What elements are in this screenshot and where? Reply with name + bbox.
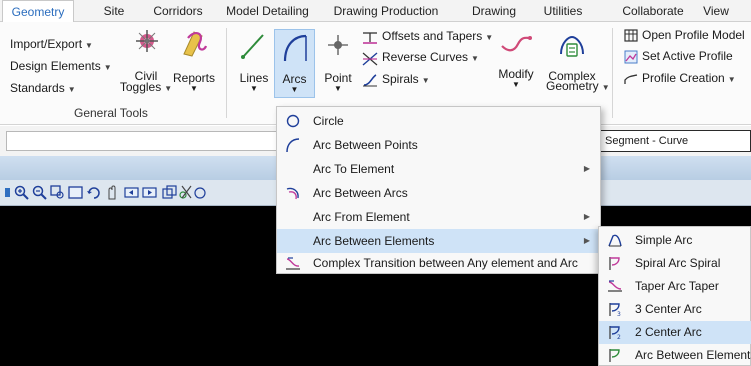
two-center-arc-icon: 2 bbox=[609, 326, 621, 340]
menu-item-arc-between-points[interactable]: Arc Between Points bbox=[277, 133, 600, 157]
menu-item-circle[interactable]: Circle bbox=[277, 109, 600, 133]
offsets-tapers-label: Offsets and Tapers bbox=[382, 29, 483, 43]
tab-site[interactable]: Site bbox=[94, 0, 134, 22]
tab-geometry[interactable]: Geometry bbox=[2, 0, 74, 23]
tab-utilities[interactable]: Utilities bbox=[532, 0, 594, 22]
menu-item-label: Arc Between Elements bbox=[313, 234, 435, 248]
menu-item-label: Arc To Element bbox=[313, 162, 395, 176]
submenu-item-arc-between-elements[interactable]: Arc Between Elements bbox=[599, 344, 751, 366]
open-profile-model-icon bbox=[624, 29, 638, 42]
tab-corridors[interactable]: Corridors bbox=[142, 0, 214, 22]
submenu-item-label: Taper Arc Taper bbox=[635, 279, 719, 293]
tab-model-detailing[interactable]: Model Detailing bbox=[220, 0, 315, 22]
submenu-item-label: Spiral Arc Spiral bbox=[635, 256, 721, 270]
pan-view-icon[interactable] bbox=[104, 185, 119, 200]
complex-transition-icon bbox=[286, 257, 300, 270]
civil-toggles-label-2: Toggles ▼ bbox=[119, 80, 173, 94]
view-display-icon[interactable] bbox=[193, 185, 208, 200]
arc-between-elements-submenu: Simple Arc Spiral Arc Spiral Taper Arc T… bbox=[598, 226, 751, 366]
submenu-arrow-icon: ▶ bbox=[583, 236, 590, 245]
modify-icon bbox=[501, 36, 532, 52]
menu-item-arc-between-arcs[interactable]: Arc Between Arcs bbox=[277, 181, 600, 205]
submenu-item-2-center-arc[interactable]: 2 2 Center Arc bbox=[599, 321, 751, 344]
ribbon-tab-bar: Geometry Site Corridors Model Detailing … bbox=[0, 0, 751, 23]
group-separator-2 bbox=[612, 28, 613, 118]
complex-geometry-icon bbox=[560, 35, 584, 57]
tab-drawing-production[interactable]: Drawing Production bbox=[330, 0, 442, 22]
submenu-item-taper-arc-taper[interactable]: Taper Arc Taper bbox=[599, 275, 751, 298]
reverse-curves-label: Reverse Curves bbox=[382, 50, 469, 64]
submenu-item-label: 2 Center Arc bbox=[635, 325, 702, 339]
copy-view-icon[interactable] bbox=[162, 185, 177, 200]
point-icon bbox=[328, 35, 348, 55]
submenu-item-label: Simple Arc bbox=[635, 233, 693, 247]
arcs-caret: ▼ bbox=[290, 85, 299, 94]
zoom-in-icon[interactable] bbox=[14, 185, 29, 200]
menu-item-arc-to-element[interactable]: Arc To Element ▶ bbox=[277, 157, 600, 181]
submenu-item-3-center-arc[interactable]: 3 3 Center Arc bbox=[599, 298, 751, 321]
submenu-arrow-icon: ▶ bbox=[583, 212, 590, 221]
profile-creation-label: Profile Creation bbox=[642, 71, 725, 85]
three-center-arc-icon: 3 bbox=[609, 303, 621, 317]
submenu-item-simple-arc[interactable]: Simple Arc bbox=[599, 229, 751, 252]
arcs-icon bbox=[283, 34, 307, 62]
submenu-item-label: Arc Between Elements bbox=[635, 348, 751, 362]
window-area-icon[interactable] bbox=[50, 185, 65, 200]
arc-between-points-icon bbox=[286, 138, 300, 153]
svg-text:3: 3 bbox=[617, 311, 621, 317]
reports-caret: ▼ bbox=[190, 84, 198, 93]
arcs-button[interactable]: Arcs ▼ bbox=[274, 29, 315, 98]
menu-item-label: Arc Between Points bbox=[313, 138, 418, 152]
menu-item-label: Arc Between Arcs bbox=[313, 186, 408, 200]
group-separator bbox=[226, 28, 227, 118]
reverse-curves-icon bbox=[362, 52, 378, 66]
arc-between-arcs-icon bbox=[286, 187, 299, 200]
civil-toggles-icon bbox=[136, 30, 158, 52]
menu-item-label: Circle bbox=[313, 114, 344, 128]
taper-arc-taper-icon bbox=[608, 280, 622, 292]
point-caret: ▼ bbox=[334, 84, 342, 93]
command-input[interactable] bbox=[6, 131, 280, 151]
simple-arc-icon bbox=[608, 234, 622, 247]
rotate-view-icon[interactable] bbox=[86, 185, 101, 200]
tab-drawing[interactable]: Drawing bbox=[464, 0, 524, 22]
arc-between-elements-icon bbox=[609, 349, 620, 362]
lines-caret: ▼ bbox=[250, 84, 258, 93]
lines-icon bbox=[241, 34, 264, 59]
menu-item-label: Complex Transition between Any element a… bbox=[313, 256, 578, 270]
complex-label-2: Geometry ▼ bbox=[546, 79, 610, 93]
import-export-button[interactable]: Import/Export ▼ bbox=[10, 37, 93, 51]
arcs-dropdown-menu: Circle Arc Between Points Arc To Element… bbox=[276, 106, 601, 274]
submenu-item-label: 3 Center Arc bbox=[635, 302, 702, 316]
submenu-item-spiral-arc-spiral[interactable]: Spiral Arc Spiral bbox=[599, 252, 751, 275]
tab-view[interactable]: View bbox=[696, 0, 736, 22]
menu-item-arc-between-elements[interactable]: Arc Between Elements ▶ bbox=[277, 229, 600, 253]
submenu-arrow-icon: ▶ bbox=[583, 164, 590, 173]
menu-item-arc-from-element[interactable]: Arc From Element ▶ bbox=[277, 205, 600, 229]
tab-collaborate[interactable]: Collaborate bbox=[614, 0, 692, 22]
menu-item-complex-transition[interactable]: Complex Transition between Any element a… bbox=[277, 251, 600, 275]
profile-creation-icon bbox=[624, 74, 638, 84]
spiral-arc-spiral-icon bbox=[609, 257, 620, 270]
fit-view-icon[interactable] bbox=[68, 185, 83, 200]
previous-view-icon[interactable] bbox=[124, 185, 139, 200]
reports-icon bbox=[183, 31, 208, 57]
segment-type-field[interactable]: Segment - Curve bbox=[600, 130, 751, 152]
modify-caret: ▼ bbox=[512, 80, 520, 89]
set-active-profile-icon bbox=[624, 50, 638, 64]
offsets-tapers-icon bbox=[363, 32, 377, 44]
spirals-label: Spirals bbox=[382, 72, 419, 86]
clip-volume-icon[interactable] bbox=[178, 185, 193, 200]
next-view-icon[interactable] bbox=[142, 185, 157, 200]
svg-text:2: 2 bbox=[617, 334, 621, 340]
design-elements-button[interactable]: Design Elements ▼ bbox=[10, 59, 112, 73]
spirals-icon bbox=[363, 74, 377, 87]
zoom-out-icon[interactable] bbox=[32, 185, 47, 200]
open-profile-model-label: Open Profile Model bbox=[642, 28, 745, 42]
standards-button[interactable]: Standards ▼ bbox=[10, 81, 76, 95]
menu-item-label: Arc From Element bbox=[313, 210, 410, 224]
set-active-profile-label: Set Active Profile bbox=[642, 49, 733, 63]
circle-icon bbox=[286, 114, 300, 128]
general-tools-group-label: General Tools bbox=[74, 106, 148, 120]
